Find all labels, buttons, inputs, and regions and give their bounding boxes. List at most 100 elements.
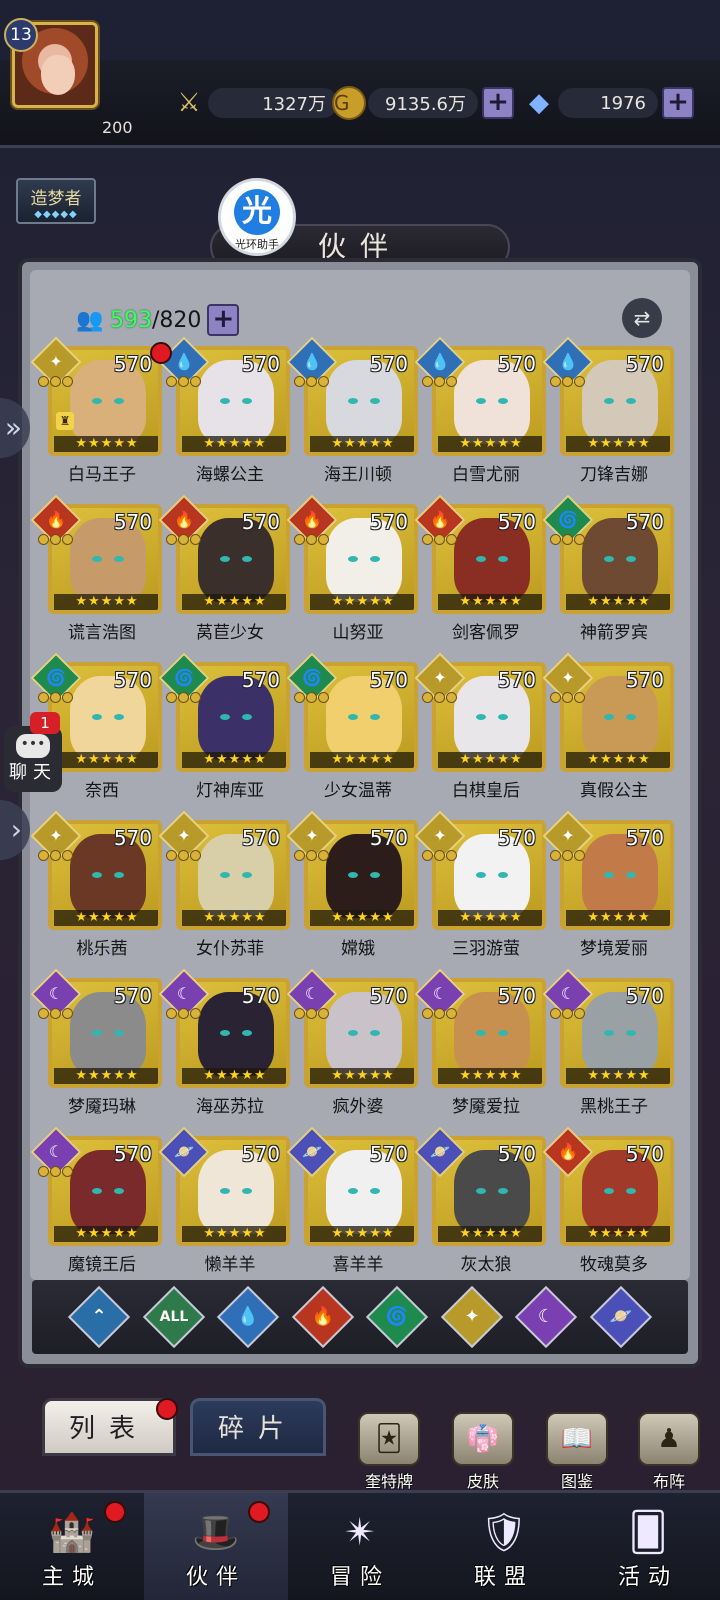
hero-card[interactable]: 570 ★★★★★ 🌀 少女温蒂 — [286, 652, 422, 802]
helper-badge[interactable]: 光 光环助手 — [218, 178, 296, 256]
partner-list-area[interactable]: 👥 593 / 820 + ⇄ 570 ★★★★★ ♜ ✦ 白马王子 570 ★★★★★ 💧 海… — [30, 270, 690, 1280]
hero-card[interactable]: 570 ★★★★★ 🔥 莴苣少女 — [158, 494, 294, 644]
hero-eye — [348, 872, 358, 878]
player-level-badge: 13 — [4, 18, 38, 52]
hero-level: 570 — [241, 668, 280, 692]
filter-all[interactable]: ALL — [142, 1285, 205, 1349]
hero-card[interactable]: 570 ★★★★★ 💧 白雪尤丽 — [414, 336, 550, 486]
filter-light[interactable]: ✦ — [440, 1285, 503, 1349]
hero-eye — [242, 872, 252, 878]
hero-card[interactable]: 570 ★★★★★ ☾ 海巫苏拉 — [158, 968, 294, 1118]
add-gold-button[interactable]: + — [482, 87, 514, 119]
nav-compass[interactable]: ✴ 冒险 — [288, 1493, 432, 1600]
hero-eye — [370, 556, 380, 562]
nav-castle[interactable]: 🏰 主城 — [0, 1493, 144, 1600]
nav-shield[interactable]: 🛡 联盟 — [432, 1493, 576, 1600]
hero-level: 570 — [369, 984, 408, 1008]
hero-name: 刀锋吉娜 — [580, 465, 648, 485]
hero-card[interactable]: 570 ★★★★★ 🌀 灯神库亚 — [158, 652, 294, 802]
album-button[interactable]: 📖 图鉴 — [540, 1412, 614, 1492]
hero-card[interactable]: 570 ★★★★★ ✦ 三羽游萤 — [414, 810, 550, 960]
filter-dark[interactable]: ☾ — [515, 1285, 578, 1349]
hero-card[interactable]: 570 ★★★★★ 🪐 懒羊羊 — [158, 1126, 294, 1276]
hero-eye — [604, 556, 614, 562]
hero-eye — [92, 1188, 102, 1194]
hero-card[interactable]: 570 ★★★★★ ☾ 黑桃王子 — [542, 968, 678, 1118]
nav-cards[interactable]: 🂠 活动 — [576, 1493, 720, 1600]
hero-eye — [476, 556, 486, 562]
costume-button[interactable]: 👘 皮肤 — [446, 1412, 520, 1492]
hero-stars: ★★★★★ — [54, 1226, 158, 1242]
hero-name: 真假公主 — [580, 781, 648, 801]
hero-eye — [604, 1030, 614, 1036]
hero-level: 570 — [497, 668, 536, 692]
tab-fragments[interactable]: 碎片 — [190, 1398, 326, 1456]
hero-card[interactable]: 570 ★★★★★ 🔥 谎言浩图 — [30, 494, 166, 644]
expand-capacity-button[interactable]: + — [207, 304, 240, 336]
card-icon: 🃏 — [358, 1412, 420, 1466]
hero-level: 570 — [497, 984, 536, 1008]
hero-stars: ★★★★★ — [438, 910, 542, 926]
hero-name: 灰太狼 — [460, 1255, 512, 1275]
hero-eye — [604, 714, 614, 720]
hero-card[interactable]: 570 ★★★★★ ✦ 白棋皇后 — [414, 652, 550, 802]
hero-name: 剑客佩罗 — [452, 623, 520, 643]
hero-card[interactable]: 570 ★★★★★ ☾ 梦魇爱拉 — [414, 968, 550, 1118]
hero-rank-dots — [550, 692, 586, 706]
castle-icon: 🏰 — [48, 1510, 96, 1554]
hero-card[interactable]: 570 ★★★★★ ☾ 疯外婆 — [286, 968, 422, 1118]
add-diamond-button[interactable]: + — [662, 87, 694, 119]
hero-name: 神箭罗宾 — [580, 623, 648, 643]
hero-level: 570 — [241, 826, 280, 850]
filter-special[interactable]: ⌃ — [68, 1285, 131, 1349]
filter-wind[interactable]: 🌀 — [366, 1285, 429, 1349]
hero-card[interactable]: 570 ★★★★★ 🔥 山努亚 — [286, 494, 422, 644]
sort-toggle-button[interactable]: ⇄ — [622, 298, 662, 338]
hero-stars: ★★★★★ — [310, 1226, 414, 1242]
hero-card[interactable]: 570 ★★★★★ ☾ 梦魇玛琳 — [30, 968, 166, 1118]
hero-name: 白雪尤丽 — [452, 465, 520, 485]
hero-eye — [498, 1188, 508, 1194]
filter-fire[interactable]: 🔥 — [291, 1285, 354, 1349]
filter-water[interactable]: 💧 — [217, 1285, 280, 1349]
formation-button[interactable]: ♟ 布阵 — [632, 1412, 706, 1492]
hero-card[interactable]: 570 ★★★★★ 💧 海螺公主 — [158, 336, 294, 486]
hero-eye — [348, 398, 358, 404]
hero-rank-dots — [166, 376, 202, 390]
shield-icon: 🛡 — [479, 1510, 529, 1554]
hero-card[interactable]: 570 ★★★★★ 💧 刀锋吉娜 — [542, 336, 678, 486]
partners-icon: 👥 — [76, 307, 104, 333]
chat-unread-badge: 1 — [30, 712, 60, 734]
partner-count-separator: / — [152, 307, 160, 333]
player-sub-value: 200 — [102, 118, 133, 137]
hero-card[interactable]: 570 ★★★★★ 🔥 剑客佩罗 — [414, 494, 550, 644]
hero-card[interactable]: 570 ★★★★★ ✦ 梦境爱丽 — [542, 810, 678, 960]
hero-card[interactable]: 570 ★★★★★ 💧 海王川顿 — [286, 336, 422, 486]
hero-card[interactable]: 570 ★★★★★ ✦ 真假公主 — [542, 652, 678, 802]
hero-rank-dots — [166, 692, 202, 706]
hero-card[interactable]: 570 ★★★★★ ♜ ✦ 白马王子 — [30, 336, 172, 486]
hero-card[interactable]: 570 ★★★★★ ✦ 嫦娥 — [286, 810, 422, 960]
function-label: 布阵 — [652, 1472, 685, 1491]
nav-label: 主城 — [41, 1565, 102, 1590]
hero-name: 白马王子 — [68, 465, 136, 485]
hero-card[interactable]: 570 ★★★★★ ✦ 女仆苏菲 — [158, 810, 294, 960]
nav-witch-hat[interactable]: 🎩 伙伴 — [144, 1493, 288, 1600]
hero-eye — [476, 714, 486, 720]
hero-level: 570 — [113, 984, 152, 1008]
hero-eye — [92, 1030, 102, 1036]
partner-count-current: 593 — [110, 307, 152, 333]
card-button[interactable]: 🃏 奎特牌 — [352, 1412, 426, 1492]
chat-button[interactable]: ••• 聊天 — [4, 726, 62, 792]
hero-level: 570 — [625, 510, 664, 534]
hero-card[interactable]: 570 ★★★★★ 🪐 喜羊羊 — [286, 1126, 422, 1276]
hero-card[interactable]: 570 ★★★★★ ☾ 魔镜王后 — [30, 1126, 166, 1276]
hero-card[interactable]: 570 ★★★★★ 🌀 神箭罗宾 — [542, 494, 678, 644]
hero-card[interactable]: 570 ★★★★★ 🔥 牧魂莫多 — [542, 1126, 678, 1276]
partner-count: 👥 593 / 820 + — [70, 304, 240, 336]
hero-card[interactable]: 570 ★★★★★ ✦ 桃乐茜 — [30, 810, 166, 960]
hero-card[interactable]: 570 ★★★★★ 🪐 灰太狼 — [414, 1126, 550, 1276]
hero-eye — [626, 556, 636, 562]
hero-stars: ★★★★★ — [54, 594, 158, 610]
filter-planet[interactable]: 🪐 — [589, 1285, 652, 1349]
